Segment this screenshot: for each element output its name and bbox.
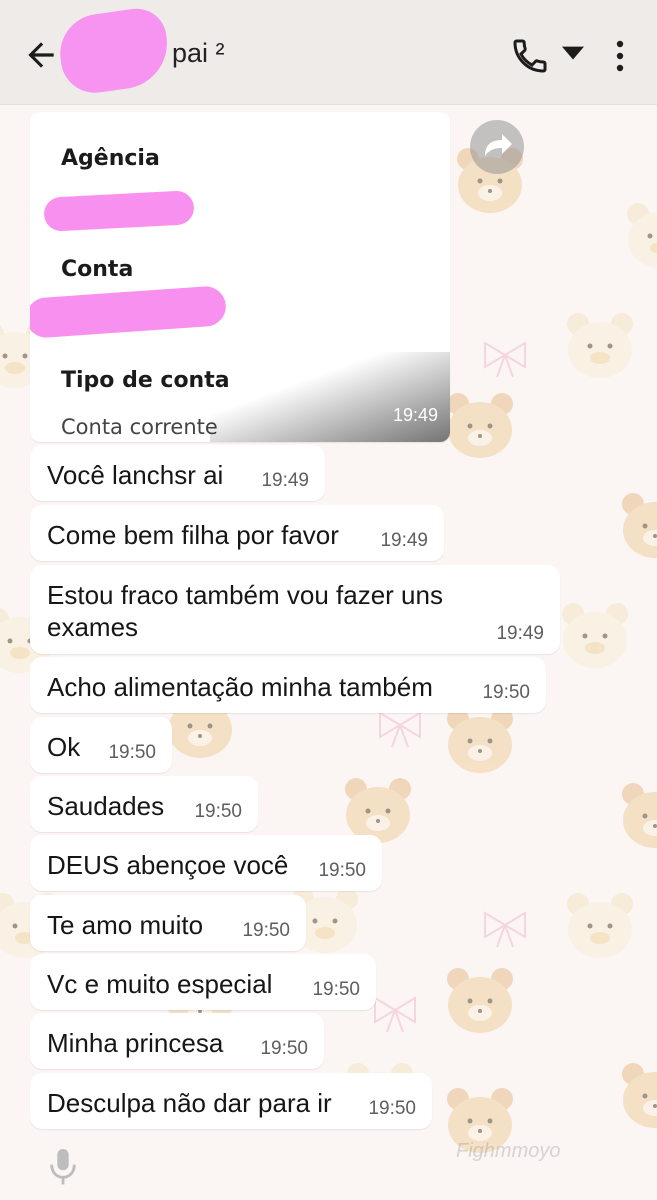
message-text: Come bem filha por favor (47, 520, 339, 550)
message-time: 19:50 (194, 801, 242, 822)
forward-icon (485, 134, 512, 156)
phone-icon[interactable] (510, 36, 550, 76)
message-bubble[interactable]: Saudades 19:50 (30, 776, 258, 832)
image-shade (210, 352, 450, 442)
shared-image[interactable]: Agência Conta Tipo de conta Conta corren… (30, 112, 450, 442)
field-label-tipo-conta: Tipo de conta (61, 368, 230, 393)
field-label-conta: Conta (61, 257, 134, 282)
message-text: Desculpa não dar para ir (47, 1088, 332, 1118)
message-text: DEUS abençoe você (47, 850, 289, 880)
message-time: 19:50 (312, 979, 360, 1000)
message-time: 19:50 (368, 1098, 416, 1119)
message-bubble[interactable]: Você lanchsr ai 19:49 (30, 445, 325, 501)
chat-header: pai ² (0, 0, 657, 105)
dropdown-arrow-icon[interactable] (562, 46, 584, 62)
message-time: 19:50 (260, 1038, 308, 1059)
wallpaper-watermark: Fighmmoyo (456, 1140, 561, 1162)
mic-icon[interactable] (46, 1146, 80, 1186)
message-text: Vc e muito especial (47, 969, 273, 999)
message-bubble[interactable]: DEUS abençoe você 19:50 (30, 835, 382, 891)
message-time: 19:49 (380, 530, 428, 551)
message-bubble[interactable]: Minha princesa 19:50 (30, 1013, 324, 1069)
redacted-agencia-value (43, 190, 195, 232)
redacted-conta-value (30, 285, 228, 339)
message-bubble[interactable]: Vc e muito especial 19:50 (30, 954, 376, 1010)
image-timestamp: 19:49 (392, 405, 438, 425)
message-time: 19:49 (496, 623, 544, 644)
message-text: Estou fraco também vou fazer uns exames (47, 580, 443, 642)
field-label-agencia: Agência (61, 146, 160, 171)
message-bubble[interactable]: Desculpa não dar para ir 19:50 (30, 1073, 432, 1129)
contact-name[interactable]: pai ² (172, 38, 225, 69)
redacted-avatar[interactable] (55, 4, 173, 98)
message-time: 19:50 (318, 860, 366, 881)
message-text: Acho alimentação minha também (47, 672, 433, 702)
message-bubble[interactable]: Estou fraco também vou fazer uns exames … (30, 565, 560, 654)
forward-button[interactable] (470, 120, 524, 174)
message-time: 19:49 (261, 470, 309, 491)
message-time: 19:50 (108, 742, 156, 763)
back-arrow-icon[interactable] (22, 36, 60, 74)
message-bubble[interactable]: Te amo muito 19:50 (30, 895, 306, 951)
more-vert-icon[interactable] (608, 36, 632, 76)
message-time: 19:50 (242, 920, 290, 941)
message-time: 19:50 (482, 682, 530, 703)
field-value-tipo-conta: Conta corrente (61, 415, 218, 439)
message-bubble[interactable]: Ok 19:50 (30, 717, 172, 773)
message-bubble[interactable]: Come bem filha por favor 19:49 (30, 505, 444, 561)
message-bubble[interactable]: Acho alimentação minha também 19:50 (30, 657, 546, 713)
